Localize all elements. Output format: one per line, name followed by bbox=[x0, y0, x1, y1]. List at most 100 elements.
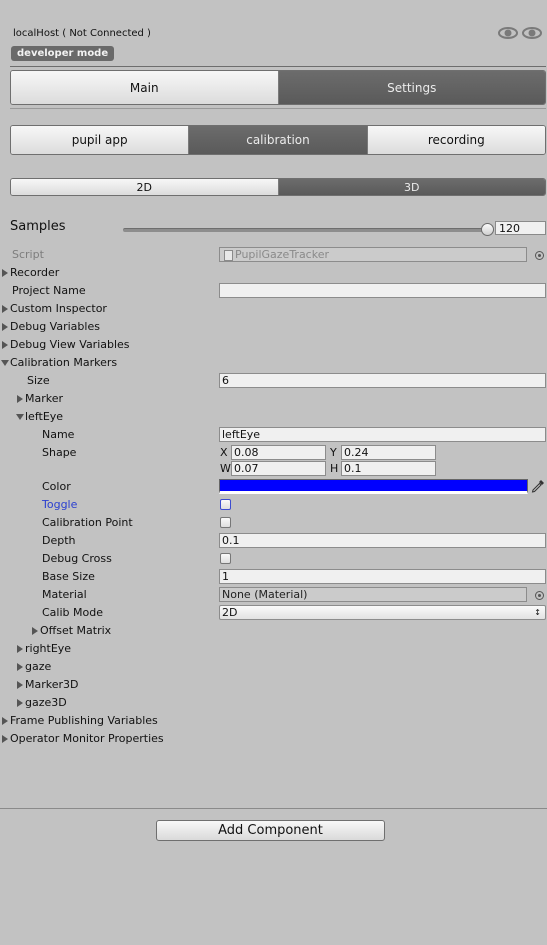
foldout-calibration-markers[interactable]: Calibration Markers bbox=[1, 354, 117, 371]
depth-label: Depth bbox=[42, 534, 76, 547]
eye-icon bbox=[522, 27, 542, 39]
material-label: Material bbox=[42, 588, 87, 601]
depth-input[interactable]: 0.1 bbox=[219, 533, 546, 548]
base-size-label: Base Size bbox=[42, 570, 95, 583]
object-picker-icon[interactable] bbox=[535, 591, 544, 600]
foldout-label: Marker bbox=[25, 392, 64, 405]
tab-recording[interactable]: recording bbox=[367, 126, 545, 154]
foldout-label: Custom Inspector bbox=[10, 302, 107, 315]
samples-value-field[interactable]: 120 bbox=[495, 221, 546, 235]
shape-w-label: W bbox=[220, 462, 231, 475]
foldout-label: Debug Variables bbox=[10, 320, 100, 333]
debug-cross-checkbox[interactable] bbox=[220, 553, 231, 564]
foldout-label: gaze3D bbox=[25, 696, 67, 709]
foldout-arrow-icon bbox=[17, 663, 23, 671]
color-label: Color bbox=[42, 480, 71, 493]
debug-cross-label: Debug Cross bbox=[42, 552, 112, 565]
tab-3d[interactable]: 3D bbox=[278, 179, 545, 195]
foldout-arrow-icon bbox=[2, 305, 8, 313]
foldout-arrow-icon bbox=[2, 735, 8, 743]
script-file-icon bbox=[224, 249, 233, 261]
tab-calibration[interactable]: calibration bbox=[189, 126, 368, 154]
calib-mode-label: Calib Mode bbox=[42, 606, 103, 619]
divider bbox=[0, 808, 547, 809]
foldout-label: Offset Matrix bbox=[40, 624, 112, 637]
foldout-debug-variables[interactable]: Debug Variables bbox=[2, 318, 100, 335]
foldout-arrow-icon bbox=[2, 717, 8, 725]
shape-y-label: Y bbox=[330, 446, 337, 459]
base-size-input[interactable]: 1 bbox=[219, 569, 546, 584]
connection-status-title: localHost ( Not Connected ) bbox=[13, 28, 151, 39]
foldout-gaze3d[interactable]: gaze3D bbox=[17, 694, 67, 711]
foldout-debug-view-variables[interactable]: Debug View Variables bbox=[2, 336, 130, 353]
tab-main[interactable]: Main bbox=[11, 71, 279, 104]
foldout-recorder[interactable]: Recorder bbox=[2, 264, 59, 281]
samples-slider-track[interactable] bbox=[123, 228, 490, 232]
calib-mode-value: 2D bbox=[222, 606, 238, 619]
eye-icon bbox=[498, 27, 518, 39]
shape-h-input[interactable]: 0.1 bbox=[341, 461, 436, 476]
shape-x-label: X bbox=[220, 446, 228, 459]
name-label: Name bbox=[42, 428, 75, 441]
size-label: Size bbox=[27, 374, 50, 387]
samples-slider-handle[interactable] bbox=[481, 223, 494, 236]
foldout-label: rightEye bbox=[25, 642, 72, 655]
shape-y-input[interactable]: 0.24 bbox=[341, 445, 436, 460]
foldout-right-eye[interactable]: rightEye bbox=[17, 640, 71, 657]
foldout-arrow-open-icon bbox=[16, 414, 24, 420]
calibration-point-checkbox[interactable] bbox=[220, 517, 231, 528]
foldout-offset-matrix[interactable]: Offset Matrix bbox=[32, 622, 111, 639]
foldout-label: Debug View Variables bbox=[10, 338, 130, 351]
project-name-input[interactable] bbox=[219, 283, 546, 298]
mode-tabs: 2D 3D bbox=[10, 178, 546, 196]
size-input[interactable]: 6 bbox=[219, 373, 546, 388]
foldout-label: Recorder bbox=[10, 266, 60, 279]
samples-label: Samples bbox=[10, 219, 66, 234]
foldout-label: leftEye bbox=[25, 410, 64, 423]
foldout-marker[interactable]: Marker bbox=[17, 390, 63, 407]
foldout-label: Frame Publishing Variables bbox=[10, 714, 158, 727]
divider bbox=[10, 66, 546, 67]
dropdown-arrows-icon: ↕ bbox=[534, 608, 541, 617]
script-field[interactable]: PupilGazeTracker bbox=[219, 247, 527, 262]
foldout-gaze[interactable]: gaze bbox=[17, 658, 51, 675]
foldout-label: Marker3D bbox=[25, 678, 79, 691]
project-name-label: Project Name bbox=[12, 284, 86, 297]
script-value: PupilGazeTracker bbox=[235, 248, 329, 261]
foldout-operator-monitor-properties[interactable]: Operator Monitor Properties bbox=[2, 730, 164, 747]
foldout-marker3d[interactable]: Marker3D bbox=[17, 676, 79, 693]
foldout-arrow-icon bbox=[32, 627, 38, 635]
name-input[interactable]: leftEye bbox=[219, 427, 546, 442]
eye-toggle-icons[interactable] bbox=[497, 26, 543, 40]
foldout-arrow-icon bbox=[17, 681, 23, 689]
foldout-arrow-icon bbox=[17, 699, 23, 707]
add-component-button[interactable]: Add Component bbox=[156, 820, 385, 841]
foldout-arrow-icon bbox=[17, 645, 23, 653]
color-swatch[interactable] bbox=[219, 479, 528, 494]
shape-label: Shape bbox=[42, 446, 77, 459]
foldout-label: gaze bbox=[25, 660, 52, 673]
script-label: Script bbox=[12, 248, 44, 261]
toggle-checkbox[interactable] bbox=[220, 499, 231, 510]
tab-pupil-app[interactable]: pupil app bbox=[11, 126, 190, 154]
foldout-arrow-icon bbox=[2, 269, 8, 277]
foldout-arrow-icon bbox=[2, 341, 8, 349]
shape-w-input[interactable]: 0.07 bbox=[231, 461, 326, 476]
foldout-label: Calibration Markers bbox=[10, 356, 118, 369]
main-tabs: Main Settings bbox=[10, 70, 546, 105]
toggle-label: Toggle bbox=[42, 498, 78, 511]
settings-tabs: pupil app calibration recording bbox=[10, 125, 546, 155]
eyedropper-icon[interactable] bbox=[531, 479, 545, 493]
tab-settings[interactable]: Settings bbox=[278, 71, 545, 104]
material-field[interactable]: None (Material) bbox=[219, 587, 527, 602]
shape-x-input[interactable]: 0.08 bbox=[231, 445, 326, 460]
object-picker-icon[interactable] bbox=[535, 251, 544, 260]
foldout-custom-inspector[interactable]: Custom Inspector bbox=[2, 300, 107, 317]
calib-mode-dropdown[interactable]: 2D ↕ bbox=[219, 605, 546, 620]
foldout-left-eye[interactable]: leftEye bbox=[16, 408, 63, 425]
developer-mode-badge[interactable]: developer mode bbox=[11, 46, 115, 61]
tab-2d[interactable]: 2D bbox=[11, 179, 279, 195]
calibration-point-label: Calibration Point bbox=[42, 516, 133, 529]
foldout-frame-publishing-variables[interactable]: Frame Publishing Variables bbox=[2, 712, 158, 729]
divider bbox=[10, 108, 546, 109]
